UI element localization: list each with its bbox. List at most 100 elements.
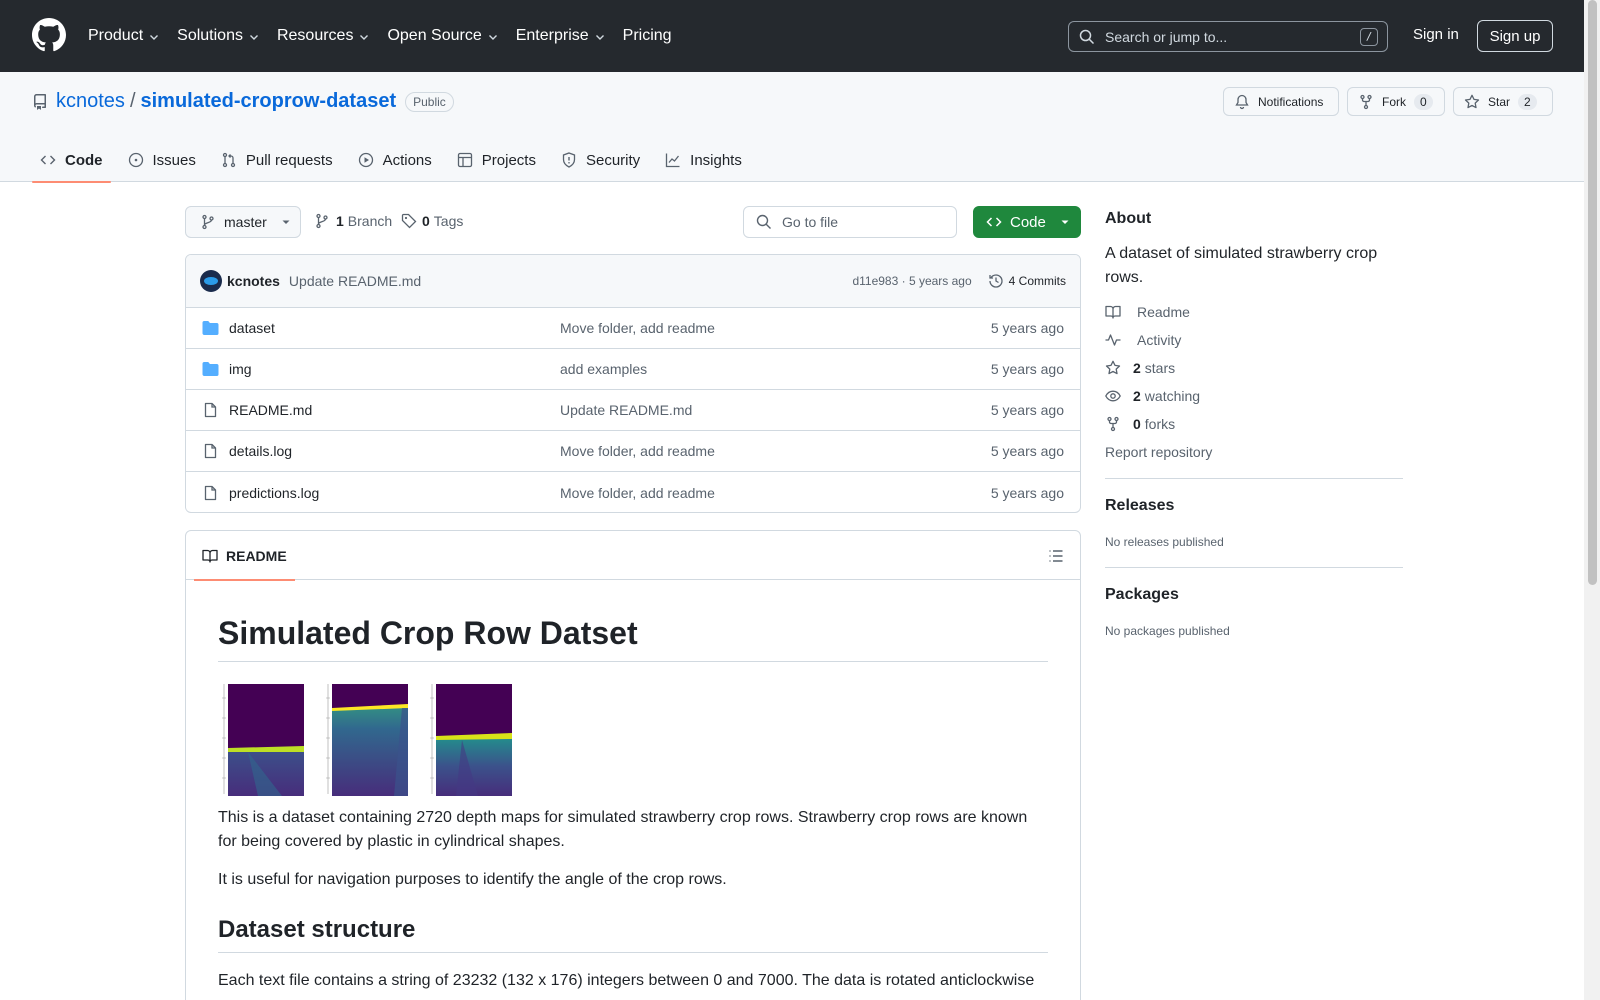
nav-enterprise[interactable]: Enterprise bbox=[516, 27, 606, 45]
sign-up-button[interactable]: Sign up bbox=[1477, 20, 1553, 52]
readme-tab[interactable]: README bbox=[194, 531, 295, 581]
nav-label: Open Source bbox=[387, 27, 482, 44]
eye-icon bbox=[1105, 390, 1121, 402]
search-icon bbox=[1079, 29, 1095, 44]
file-name[interactable]: dataset bbox=[229, 320, 275, 336]
releases-title[interactable]: Releases bbox=[1105, 497, 1403, 515]
file-row[interactable]: predictions.log Move folder, add readme … bbox=[186, 472, 1080, 512]
readme-paragraph: Each text file contains a string of 2323… bbox=[218, 972, 1035, 989]
file-row[interactable]: details.log Move folder, add readme 5 ye… bbox=[186, 431, 1080, 472]
readme-panel: README Simulated Crop Row Datset This is… bbox=[185, 530, 1081, 1000]
chevron-down-icon bbox=[249, 35, 258, 40]
report-repository-link[interactable]: Report repository bbox=[1105, 444, 1403, 460]
sidebar-item-activity[interactable]: Activity bbox=[1105, 332, 1403, 348]
visibility-badge: Public bbox=[405, 91, 454, 112]
shield-icon bbox=[562, 152, 576, 168]
author-avatar[interactable] bbox=[200, 270, 222, 292]
repo-name-link[interactable]: simulated-croprow-dataset bbox=[141, 90, 397, 113]
sidebar-item-forks[interactable]: 0 forks bbox=[1105, 416, 1403, 432]
file-row[interactable]: README.md Update README.md 5 years ago bbox=[186, 390, 1080, 431]
star-button[interactable]: Star 2 bbox=[1453, 87, 1553, 116]
sidebar-item-stars[interactable]: 2 stars bbox=[1105, 360, 1403, 376]
readme-content: Simulated Crop Row Datset This is a data… bbox=[186, 580, 1080, 993]
sidebar-item-watching[interactable]: 2 watching bbox=[1105, 388, 1403, 404]
depth-map-image[interactable] bbox=[322, 678, 408, 796]
file-commit-message[interactable]: Update README.md bbox=[560, 402, 692, 418]
notifications-button[interactable]: Notifications bbox=[1223, 87, 1339, 116]
packages-title[interactable]: Packages bbox=[1105, 586, 1403, 604]
history-icon bbox=[989, 274, 1003, 288]
go-to-file-placeholder: Go to file bbox=[782, 214, 839, 230]
page-scrollbar-thumb[interactable] bbox=[1588, 0, 1597, 585]
sidebar-item-label: Readme bbox=[1137, 304, 1190, 320]
commit-meta[interactable]: d11e983 · 5 years ago bbox=[852, 274, 971, 288]
file-commit-message[interactable]: add examples bbox=[560, 361, 647, 377]
github-logo-icon[interactable] bbox=[32, 18, 66, 52]
tag-count: 0 bbox=[422, 213, 430, 229]
commits-link[interactable]: 4 Commits bbox=[988, 273, 1066, 289]
repo-header: kcnotes / simulated-croprow-dataset Publ… bbox=[0, 72, 1584, 183]
file-commit-message[interactable]: Move folder, add readme bbox=[560, 443, 715, 459]
tab-label: Insights bbox=[690, 151, 742, 169]
file-name[interactable]: img bbox=[229, 361, 252, 377]
star-icon bbox=[1464, 94, 1480, 108]
tab-code[interactable]: Code bbox=[32, 138, 111, 183]
go-to-file-input[interactable]: Go to file bbox=[743, 206, 957, 238]
file-row[interactable]: img add examples 5 years ago bbox=[186, 349, 1080, 390]
tag-count-link[interactable]: 0 Tags bbox=[401, 213, 463, 229]
global-search-input[interactable]: Search or jump to... / bbox=[1068, 21, 1388, 52]
file-age: 5 years ago bbox=[990, 443, 1064, 459]
commit-author[interactable]: kcnotes bbox=[227, 273, 280, 289]
tab-insights[interactable]: Insights bbox=[657, 138, 750, 182]
file-row[interactable]: dataset Move folder, add readme 5 years … bbox=[186, 308, 1080, 349]
repo-tabs: Code Issues Pull requests Actions Projec… bbox=[32, 138, 759, 183]
file-browser: kcnotes Update README.md d11e983 · 5 yea… bbox=[185, 254, 1081, 513]
chevron-down-icon bbox=[360, 35, 369, 40]
branch-count-link[interactable]: 1 Branch bbox=[314, 213, 392, 229]
graph-icon bbox=[666, 153, 680, 168]
tab-label: Security bbox=[585, 151, 641, 169]
tab-issues[interactable]: Issues bbox=[120, 138, 204, 182]
tab-security[interactable]: Security bbox=[553, 138, 648, 182]
sidebar-item-readme[interactable]: Readme bbox=[1105, 304, 1403, 320]
sign-in-link[interactable]: Sign in bbox=[1413, 26, 1459, 43]
file-name[interactable]: details.log bbox=[229, 443, 292, 459]
file-name[interactable]: README.md bbox=[229, 402, 312, 418]
folder-icon bbox=[202, 362, 219, 376]
packages-note: No packages published bbox=[1105, 624, 1230, 638]
code-dropdown-button[interactable]: Code bbox=[973, 206, 1081, 238]
tab-pull-requests[interactable]: Pull requests bbox=[213, 138, 341, 182]
readme-example-images bbox=[218, 678, 1048, 796]
file-commit-message[interactable]: Move folder, add readme bbox=[560, 320, 715, 336]
branch-select-button[interactable]: master bbox=[185, 206, 301, 238]
fork-button[interactable]: Fork 0 bbox=[1347, 87, 1445, 116]
code-icon bbox=[986, 217, 1002, 227]
tab-projects[interactable]: Projects bbox=[449, 138, 544, 182]
sidebar-item-label: Activity bbox=[1137, 332, 1182, 348]
file-name[interactable]: predictions.log bbox=[229, 485, 319, 501]
nav-resources[interactable]: Resources bbox=[277, 27, 370, 45]
nav-pricing[interactable]: Pricing bbox=[623, 27, 672, 45]
star-count: 2 bbox=[1518, 93, 1537, 110]
nav-label: Solutions bbox=[177, 27, 243, 44]
tab-label: Code bbox=[65, 151, 103, 169]
table-icon bbox=[457, 152, 472, 168]
tag-icon bbox=[401, 213, 417, 229]
chevron-down-icon bbox=[595, 35, 604, 40]
depth-map-image[interactable] bbox=[426, 678, 512, 796]
star-label: Star bbox=[1488, 94, 1511, 109]
depth-map-image[interactable] bbox=[218, 678, 304, 796]
search-icon bbox=[756, 214, 771, 229]
file-commit-message[interactable]: Move folder, add readme bbox=[560, 485, 715, 501]
list-outline-icon[interactable] bbox=[1048, 548, 1064, 564]
nav-solutions[interactable]: Solutions bbox=[177, 27, 260, 45]
repo-owner-link[interactable]: kcnotes bbox=[56, 90, 125, 113]
commit-message[interactable]: Update README.md bbox=[289, 273, 421, 289]
nav-open-source[interactable]: Open Source bbox=[387, 27, 498, 45]
file-age: 5 years ago bbox=[990, 361, 1064, 377]
fork-icon bbox=[1360, 94, 1372, 109]
branch-label: Branch bbox=[347, 213, 393, 229]
tab-actions[interactable]: Actions bbox=[350, 138, 440, 182]
nav-product[interactable]: Product bbox=[88, 27, 160, 45]
readme-title: Simulated Crop Row Datset bbox=[218, 580, 1048, 662]
